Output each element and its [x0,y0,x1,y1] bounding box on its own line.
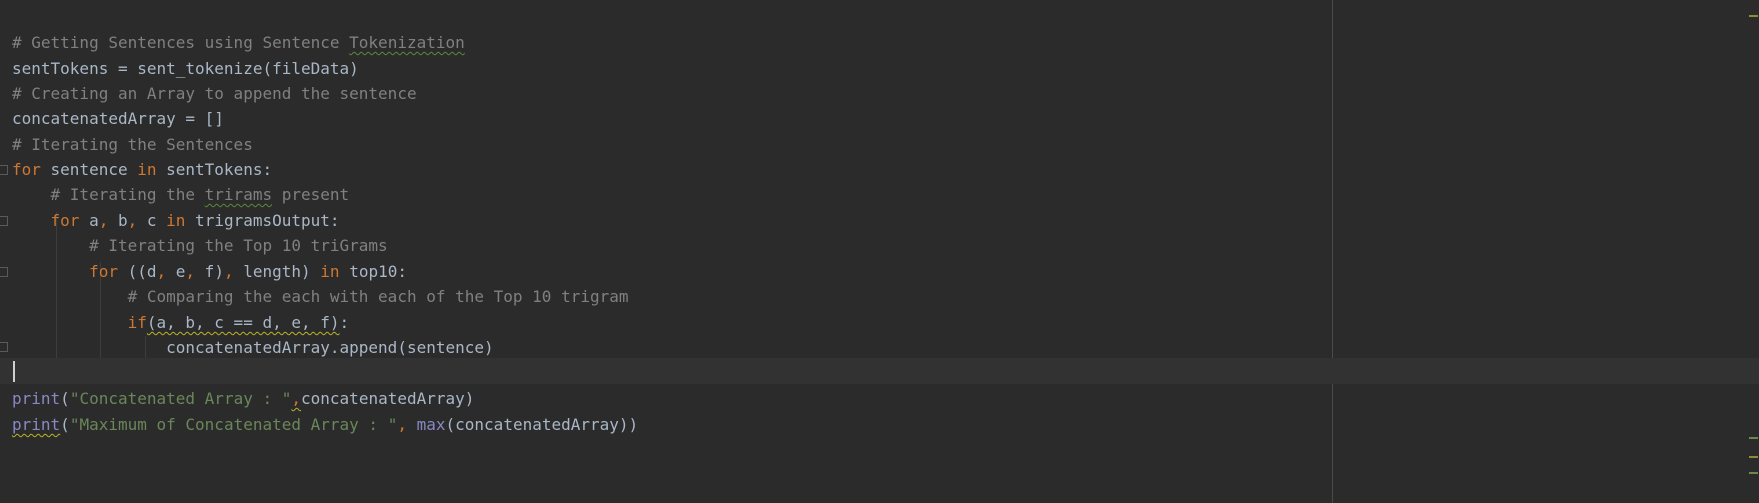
code-line-16[interactable]: print("Maximum of Concatenated Array : "… [12,412,638,437]
keyword-for: for [12,160,41,179]
paren: ( [60,415,70,434]
code-line-8[interactable]: for a, b, c in trigramsOutput: [12,208,340,233]
code-line-3[interactable]: # Creating an Array to append the senten… [12,81,417,106]
builtin-max: max [416,415,446,434]
comma-warning: , [291,389,302,408]
code-line-12[interactable]: if(a, b, c == d, e, f): [12,310,350,335]
right-margin-guide [1332,0,1333,503]
comment: # Iterating the Sentences [12,135,253,154]
variable: c [137,211,167,230]
string-literal: "Concatenated Array : " [69,389,292,408]
code-text: (concatenatedArray)) [445,415,639,434]
comment: # Iterating the Top 10 triGrams [89,236,388,255]
comma: , [223,262,234,281]
typo-word: trirams [204,185,273,204]
variable: sentence [40,160,138,179]
comment: # Comparing the each with each of the To… [127,287,629,306]
code-line-5[interactable]: # Iterating the Sentences [12,132,253,157]
comma: , [156,262,167,281]
condition-warning: (a, b, c == d, e, f) [146,313,340,332]
fold-end-marker-icon[interactable] [0,342,8,352]
code-line-10[interactable]: for ((d, e, f), length) in top10: [12,259,407,284]
typo-stripe-mark[interactable] [1749,437,1758,439]
comment: # Creating an Array to append the senten… [12,84,417,103]
paren: ( [60,389,70,408]
variable: e [166,262,186,281]
fold-marker-icon[interactable] [0,267,8,277]
comment: # Getting Sentences using Sentence [12,33,350,52]
code-text: sentTokens = sent_tokenize(fileData) [12,59,359,78]
comma: , [127,211,138,230]
typo-word: Tokenization [349,33,465,52]
code-line-2[interactable]: sentTokens = sent_tokenize(fileData) [12,56,359,81]
fold-marker-icon[interactable] [0,216,8,226]
comma: , [98,211,109,230]
fold-marker-icon[interactable] [0,165,8,175]
keyword-in: in [320,262,340,281]
code-text: trigramsOutput: [185,211,340,230]
warning-stripe-mark[interactable] [1749,15,1758,17]
builtin-print-warning: print [12,415,61,434]
variable: length) [233,262,321,281]
code-text: concatenatedArray = [] [12,109,224,128]
code-line-7[interactable]: # Iterating the trirams present [12,182,350,207]
comment: # Iterating the [50,185,205,204]
variable: a [79,211,99,230]
code-line-6[interactable]: for sentence in sentTokens: [12,157,272,182]
text-caret [13,361,15,382]
current-line-highlight [0,358,1759,384]
keyword-in: in [137,160,157,179]
keyword-in: in [166,211,186,230]
code-text: top10: [339,262,407,281]
keyword-for: for [50,211,80,230]
comma: , [185,262,196,281]
colon: : [339,313,350,332]
code-line-1[interactable]: # Getting Sentences using Sentence Token… [12,30,465,55]
variable: b [108,211,128,230]
code-text: concatenatedArray) [301,389,475,408]
keyword-if: if [127,313,147,332]
code-line-9[interactable]: # Iterating the Top 10 triGrams [12,233,388,258]
builtin-print: print [12,389,61,408]
comma: , [397,415,407,434]
comment: present [272,185,350,204]
warning-stripe-mark[interactable] [1749,456,1758,458]
variable: f) [195,262,224,281]
typo-stripe-mark[interactable] [1749,472,1758,474]
string-literal: "Maximum of Concatenated Array : " [69,415,398,434]
variable: ((d [117,262,157,281]
code-line-11[interactable]: # Comparing the each with each of the To… [12,284,629,309]
code-line-15[interactable]: print("Concatenated Array : ",concatenat… [12,386,474,411]
code-text: sentTokens: [156,160,273,179]
code-text: concatenatedArray.append(sentence) [166,338,494,357]
code-editor[interactable]: # Getting Sentences using Sentence Token… [0,0,1759,503]
code-line-13[interactable]: concatenatedArray.append(sentence) [12,335,494,360]
keyword-for: for [89,262,118,281]
code-line-4[interactable]: concatenatedArray = [] [12,106,224,131]
